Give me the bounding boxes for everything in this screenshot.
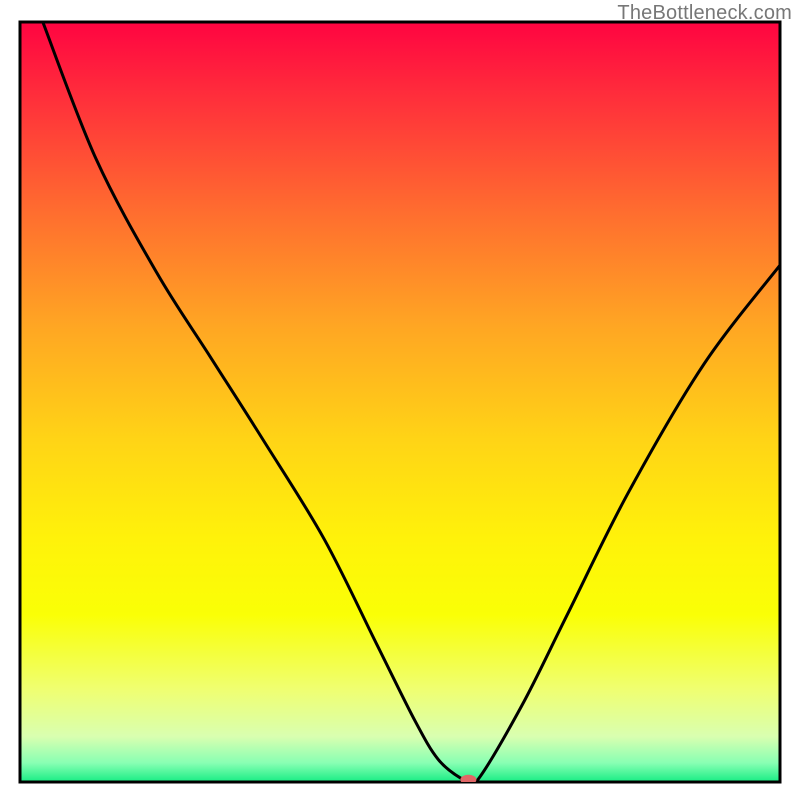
chart-wrapper: TheBottleneck.com [0,0,800,800]
plot-background [20,22,780,782]
watermark-text: TheBottleneck.com [617,2,792,25]
bottleneck-chart [0,0,800,800]
